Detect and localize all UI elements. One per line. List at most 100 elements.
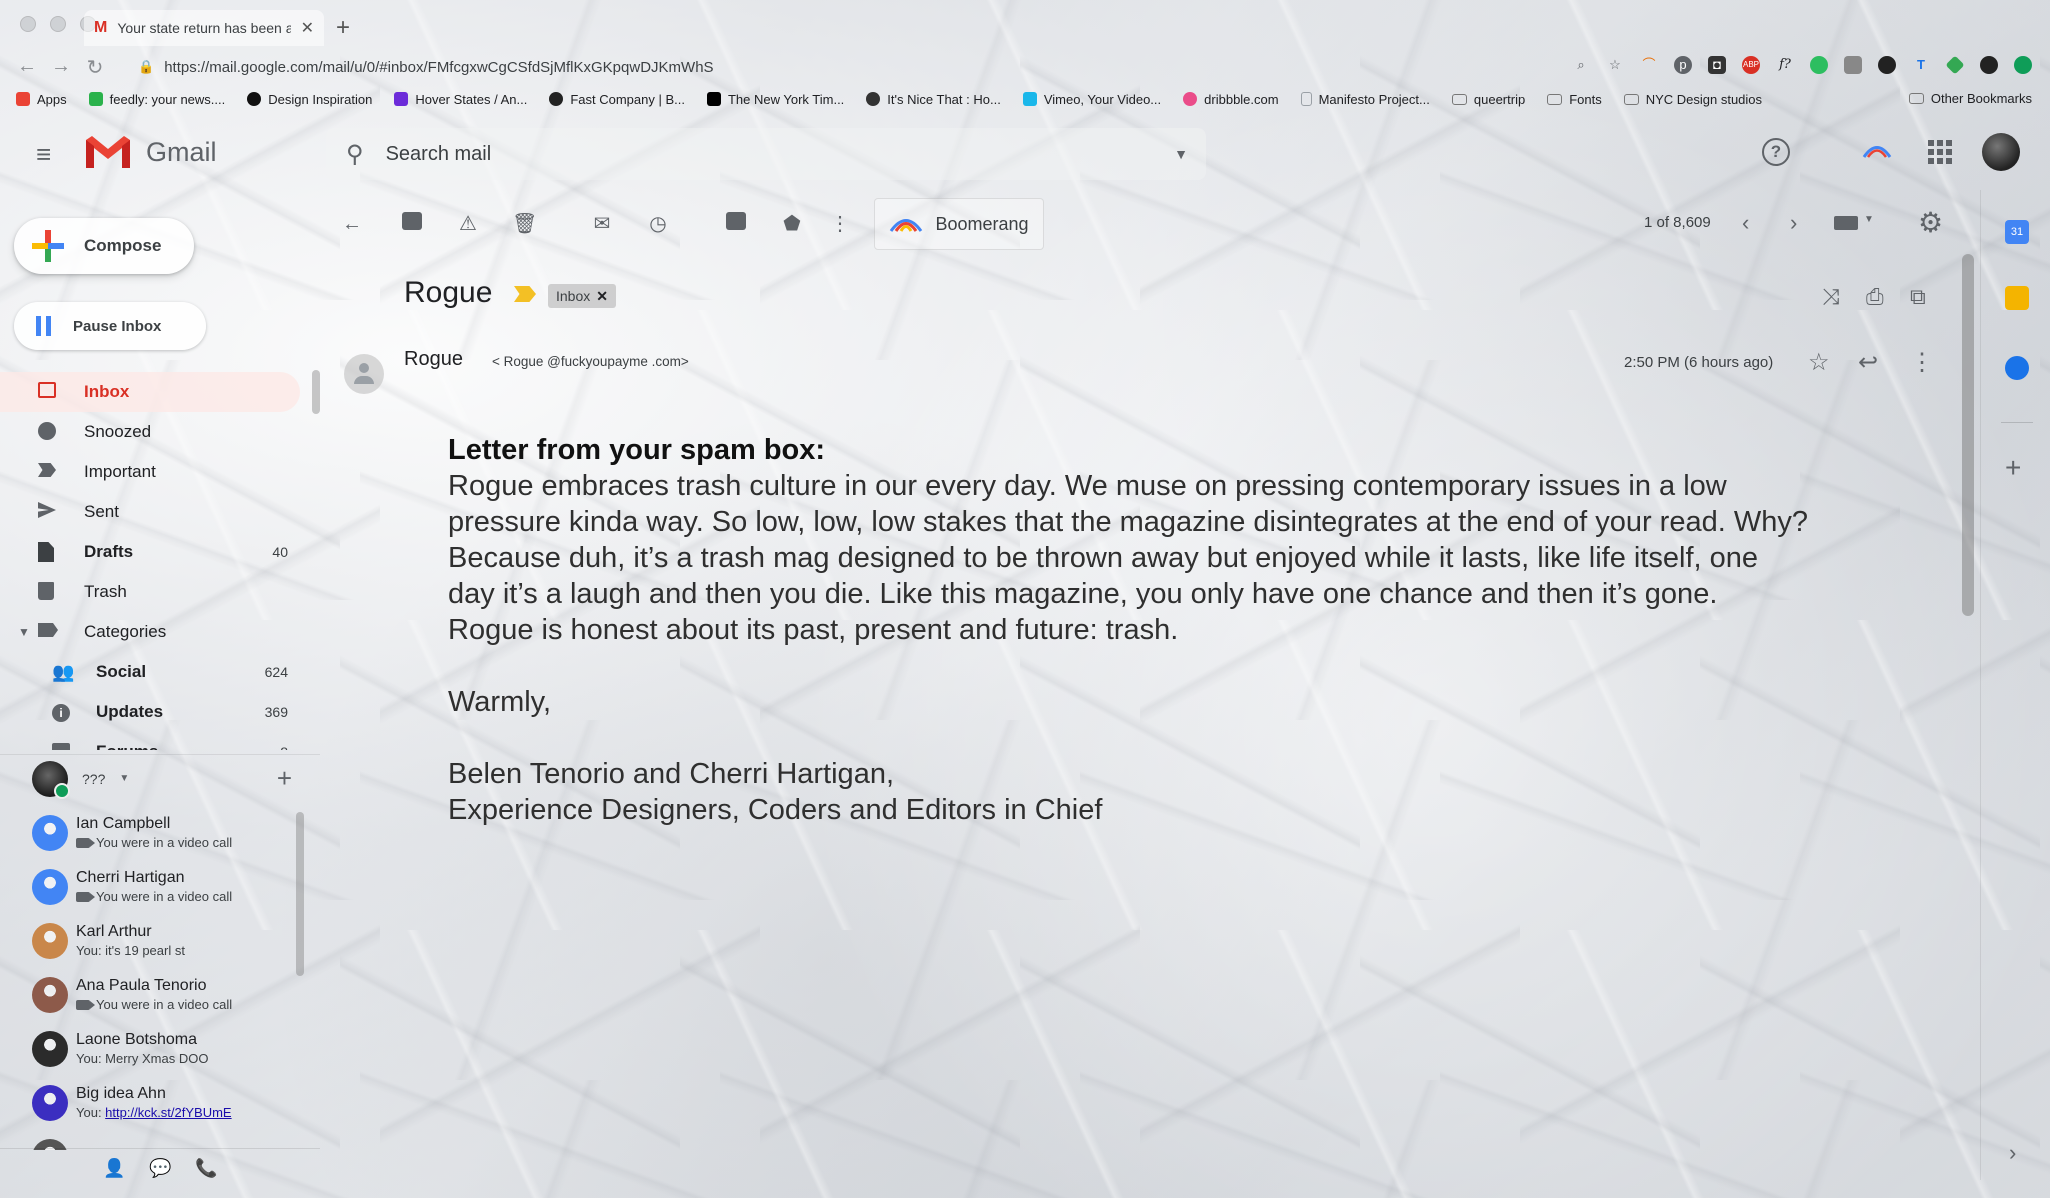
more-options-icon[interactable]: ⋮: [828, 212, 852, 236]
mark-unread-icon[interactable]: ✉: [590, 212, 614, 236]
boomerang-ext-icon[interactable]: ⌒: [1640, 56, 1658, 74]
open-new-window-icon[interactable]: ⧉: [1910, 284, 1926, 310]
hangouts-contact[interactable]: Ian Campbell You were in a video call: [0, 806, 300, 860]
new-tab-button[interactable]: +: [336, 14, 350, 42]
boomerang-button[interactable]: Boomerang: [874, 198, 1044, 250]
sidebar-item-social[interactable]: 👥 Social 624: [0, 652, 304, 692]
account-avatar[interactable]: [1982, 133, 2020, 171]
sidebar-item-forums[interactable]: Forums 8: [0, 732, 304, 750]
bookmark-star-icon[interactable]: ☆: [1606, 56, 1624, 74]
important-marker-icon[interactable]: [514, 286, 536, 302]
bookmark-item[interactable]: NYC Design studios: [1623, 92, 1762, 107]
snooze-icon[interactable]: ◷: [646, 212, 670, 236]
browser-tab[interactable]: M Your state return has been acc ✕: [84, 10, 324, 46]
input-tools-chevron-icon[interactable]: ▼: [1864, 214, 1874, 225]
zoom-icon[interactable]: ⌕: [1572, 56, 1590, 74]
expand-categories-icon[interactable]: ▼: [18, 625, 30, 639]
update-ext-icon[interactable]: [2014, 56, 2032, 74]
print-icon[interactable]: ⎙: [1866, 284, 1884, 310]
whatfont-ext-icon[interactable]: f?: [1776, 56, 1794, 74]
bookmark-item[interactable]: Fonts: [1547, 92, 1602, 107]
hangouts-contact[interactable]: Karl Arthur You: it's 19 pearl st: [0, 914, 300, 968]
message-more-icon[interactable]: ⋮: [1910, 348, 1934, 377]
contact-list-scrollbar[interactable]: [296, 812, 304, 976]
boomerang-icon[interactable]: [1862, 144, 1892, 158]
older-message-icon[interactable]: ›: [1790, 210, 1797, 236]
archive-icon[interactable]: [400, 212, 424, 236]
calendar-icon[interactable]: 31: [2005, 220, 2029, 244]
star-icon[interactable]: ☆: [1808, 348, 1830, 377]
search-icon[interactable]: ⚲: [346, 140, 364, 169]
bookmark-item[interactable]: Fast Company | B...: [549, 92, 685, 107]
delete-icon[interactable]: 🗑: [512, 212, 537, 236]
hangouts-self-name[interactable]: ???: [82, 771, 105, 787]
labels-icon[interactable]: ⬟: [780, 212, 804, 236]
hide-side-panel-icon[interactable]: ›: [2009, 1140, 2016, 1166]
compose-button[interactable]: Compose: [14, 218, 194, 274]
bookmark-item[interactable]: The New York Tim...: [706, 92, 844, 107]
hangouts-contact[interactable]: Big idea Ahn You: http://kck.st/2fYBUmE: [0, 1076, 300, 1130]
settings-gear-icon[interactable]: ⚙: [1918, 206, 1943, 239]
evernote-ext-icon[interactable]: [1810, 56, 1828, 74]
status-link[interactable]: http://kck.st/2fYBUmE: [105, 1105, 231, 1120]
hangouts-contact[interactable]: Cherri Hartigan You were in a video call: [0, 860, 300, 914]
message-scrollbar[interactable]: [1962, 254, 1974, 616]
search-input[interactable]: Search mail: [386, 143, 492, 166]
reply-icon[interactable]: ↩: [1858, 348, 1878, 377]
back-to-inbox-icon[interactable]: ←: [340, 212, 364, 236]
sidebar-item-sent[interactable]: Sent: [0, 492, 304, 532]
keep-icon[interactable]: [2005, 286, 2029, 310]
bookmark-item[interactable]: It's Nice That : Ho...: [866, 92, 1001, 107]
minimize-window-button[interactable]: [50, 16, 66, 32]
reload-icon[interactable]: ↻: [80, 55, 110, 80]
pocket-ext-icon[interactable]: ◘: [1708, 56, 1726, 74]
get-addons-icon[interactable]: +: [2005, 452, 2021, 484]
search-bar[interactable]: ⚲ Search mail ▼: [326, 128, 1206, 180]
other-bookmarks-folder[interactable]: Other Bookmarks: [1908, 91, 2032, 106]
collapse-all-icon[interactable]: ⤨: [1822, 284, 1840, 310]
pinterest-ext-icon[interactable]: p: [1674, 56, 1692, 74]
hangouts-contact[interactable]: Laone Botshoma You: Merry Xmas DOO: [0, 1022, 300, 1076]
location-ext-icon[interactable]: [1878, 56, 1896, 74]
google-apps-icon[interactable]: [1928, 140, 1952, 164]
bookmark-item[interactable]: feedly: your news....: [88, 92, 225, 107]
address-bar[interactable]: 🔒 https://mail.google.com/mail/u/0/#inbo…: [138, 59, 714, 76]
sidebar-item-trash[interactable]: Trash: [0, 572, 304, 612]
diamond-ext-icon[interactable]: [1945, 55, 1965, 75]
move-to-icon[interactable]: [724, 212, 748, 236]
bookmark-item[interactable]: Vimeo, Your Video...: [1022, 92, 1161, 107]
report-spam-icon[interactable]: ⚠: [456, 212, 480, 236]
sidebar-item-categories[interactable]: ▼ Categories: [0, 612, 304, 652]
close-window-button[interactable]: [20, 16, 36, 32]
bookmark-item[interactable]: Hover States / An...: [394, 92, 527, 107]
pause-inbox-button[interactable]: Pause Inbox: [14, 302, 206, 350]
hangouts-contact[interactable]: Zachary Smith: [0, 1130, 300, 1150]
type-ext-icon[interactable]: T: [1912, 56, 1930, 74]
sidebar-item-updates[interactable]: i Updates 369: [0, 692, 304, 732]
new-conversation-icon[interactable]: +: [277, 763, 292, 794]
sidebar-item-drafts[interactable]: Drafts 40: [0, 532, 304, 572]
tasks-icon[interactable]: [2005, 356, 2029, 380]
sidebar-item-snoozed[interactable]: Snoozed: [0, 412, 304, 452]
conversations-icon[interactable]: 💬: [149, 1158, 171, 1179]
contacts-icon[interactable]: 👤: [103, 1158, 125, 1179]
sidebar-item-important[interactable]: Important: [0, 452, 304, 492]
bookmark-item[interactable]: Design Inspiration: [247, 92, 372, 107]
extension-ext-icon[interactable]: [1844, 56, 1862, 74]
phone-icon[interactable]: 📞: [195, 1158, 217, 1179]
close-tab-icon[interactable]: ✕: [301, 18, 314, 38]
newer-message-icon[interactable]: ‹: [1742, 210, 1749, 236]
back-icon[interactable]: ←: [12, 55, 42, 80]
bookmark-item[interactable]: dribbble.com: [1183, 92, 1279, 107]
folder-list-scrollbar[interactable]: [312, 370, 320, 414]
remove-label-icon[interactable]: ✕: [596, 288, 608, 305]
hangouts-contact[interactable]: Ana Paula Tenorio You were in a video cal…: [0, 968, 300, 1022]
bookmark-item[interactable]: Manifesto Project...: [1300, 92, 1430, 107]
main-menu-icon[interactable]: ≡: [36, 141, 51, 167]
profile-ext-icon[interactable]: [1980, 56, 1998, 74]
bookmark-item[interactable]: queertrip: [1451, 92, 1525, 107]
hangouts-self-avatar[interactable]: [32, 760, 70, 799]
forward-icon[interactable]: →: [46, 55, 76, 80]
help-icon[interactable]: ?: [1762, 138, 1790, 166]
keyboard-icon[interactable]: [1834, 216, 1858, 230]
